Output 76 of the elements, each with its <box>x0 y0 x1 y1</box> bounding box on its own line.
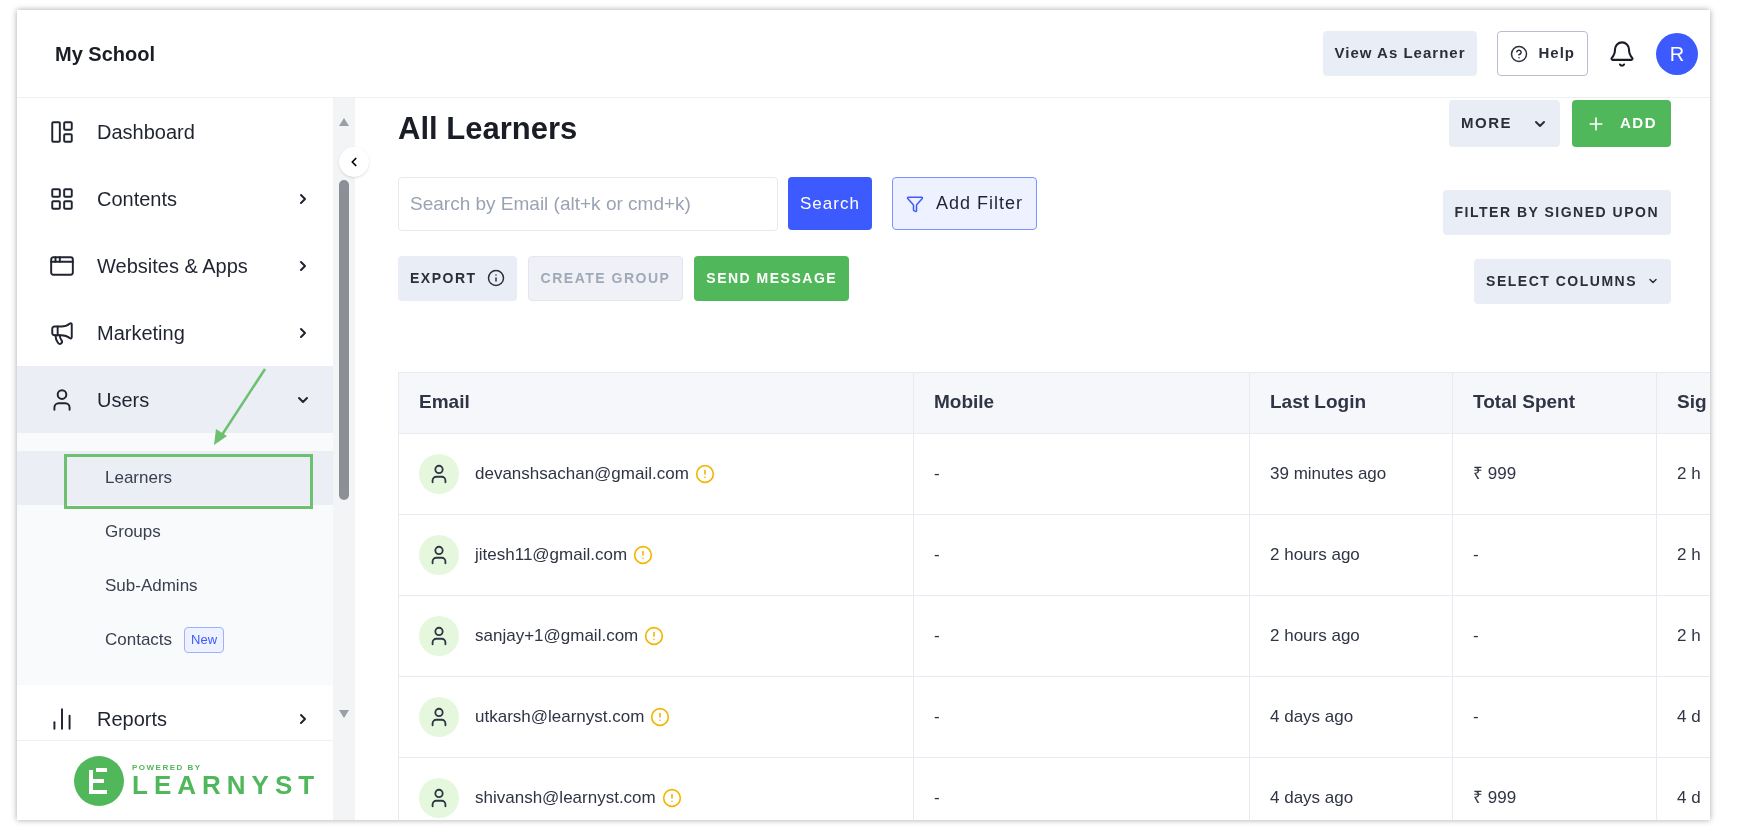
sidebar-item[interactable]: Marketing <box>17 299 333 366</box>
table-cell-text: 4 d <box>1677 705 1701 728</box>
scrollbar-thumb[interactable] <box>339 180 349 500</box>
sidebar-item[interactable]: Reports <box>17 685 333 740</box>
user-avatar[interactable]: R <box>1656 32 1698 75</box>
help-button[interactable]: Help <box>1497 31 1588 76</box>
email-text: shivansh@learnyst.com <box>475 786 656 809</box>
submenu-item[interactable]: Groups <box>17 505 333 559</box>
warning-icon <box>650 706 671 727</box>
menu-item-icon <box>49 319 75 346</box>
filter-by-signed-upon-button[interactable]: FILTER BY SIGNED UPON <box>1442 189 1671 235</box>
search-field[interactable]: Search by Email (alt+k or cmd+k) <box>398 176 778 231</box>
table-cell-text: 2 h <box>1677 624 1701 647</box>
brand-name: LEARNYST <box>132 771 321 798</box>
sidebar-item[interactable]: Dashboard <box>17 98 333 165</box>
column-header: Last Login <box>1250 372 1453 433</box>
table-cell-text: 4 d <box>1677 786 1701 809</box>
table-cell-text: 2 hours ago <box>1270 543 1360 566</box>
table-cell-text: ₹ 999 <box>1473 786 1517 809</box>
new-badge: New <box>184 627 225 653</box>
submenu-label: Sub-Admins <box>105 575 198 598</box>
table-cell-text: 2 h <box>1677 543 1701 566</box>
warning-icon <box>644 625 665 646</box>
submenu-label: Contacts <box>105 629 173 652</box>
filter-icon <box>905 194 924 213</box>
submenu-label: Learners <box>105 467 173 490</box>
select-columns-button[interactable]: SELECT COLUMNS <box>1474 258 1671 304</box>
table-cell-text: 4 days ago <box>1270 786 1354 809</box>
sidebar-item[interactable]: Websites & Apps <box>17 232 333 299</box>
table-cell-text: 4 days ago <box>1270 705 1354 728</box>
submenu-label: Groups <box>105 521 161 544</box>
column-header: Email <box>399 372 914 433</box>
help-icon <box>1510 44 1529 63</box>
menu-item-icon <box>49 118 75 145</box>
sidebar-item[interactable]: Users <box>17 366 333 433</box>
notification-bell-icon[interactable] <box>1608 39 1636 68</box>
table-cell-text: - <box>1473 543 1479 566</box>
scroll-down-arrow-icon[interactable] <box>339 710 349 718</box>
table-cell-text: - <box>1473 624 1479 647</box>
table-cell-text: - <box>934 786 940 809</box>
submenu-item[interactable]: Sub-Admins <box>17 559 333 613</box>
table-cell-text: - <box>934 543 940 566</box>
column-header: Mobile <box>914 372 1250 433</box>
collapse-sidebar-button[interactable] <box>339 147 369 177</box>
page-title: All Learners <box>398 110 578 148</box>
submenu-item[interactable]: Learners <box>17 451 333 505</box>
column-header: Total Spent <box>1453 372 1657 433</box>
warning-icon <box>661 787 682 808</box>
table-cell-text: 2 hours ago <box>1270 624 1360 647</box>
sidebar-item[interactable]: Contents <box>17 165 333 232</box>
view-as-learner-button[interactable]: View As Learner <box>1322 31 1478 76</box>
table-cell-text: 2 h <box>1677 462 1701 485</box>
menu-item-icon <box>49 185 75 212</box>
email-text: jitesh11@gmail.com <box>475 543 628 566</box>
warning-icon <box>633 544 654 565</box>
table-cell-text: - <box>934 624 940 647</box>
action-button[interactable]: EXPORT <box>398 255 517 301</box>
school-name: My School <box>55 41 155 67</box>
powered-by-label: POWERED BY <box>132 763 203 772</box>
search-button[interactable]: Search <box>788 177 872 230</box>
add-filter-button[interactable]: Add Filter <box>891 177 1037 230</box>
email-text: devanshsachan@gmail.com <box>475 462 689 485</box>
table-cell-text: - <box>1473 705 1479 728</box>
info-icon <box>486 269 505 287</box>
table-cell-text: - <box>934 462 940 485</box>
table-cell-text: - <box>934 705 940 728</box>
learnyst-logo-icon <box>74 755 124 806</box>
scroll-up-arrow-icon[interactable] <box>339 118 349 126</box>
warning-icon <box>694 463 715 484</box>
column-header: Sig <box>1657 372 1710 433</box>
table-cell-text: ₹ 999 <box>1473 462 1517 485</box>
email-text: sanjay+1@gmail.com <box>475 624 639 647</box>
table-cell-text: 39 minutes ago <box>1270 462 1387 485</box>
submenu-item[interactable]: Contacts New <box>17 613 333 667</box>
email-text: utkarsh@learnyst.com <box>475 705 645 728</box>
more-button[interactable]: MORE <box>1449 100 1560 147</box>
